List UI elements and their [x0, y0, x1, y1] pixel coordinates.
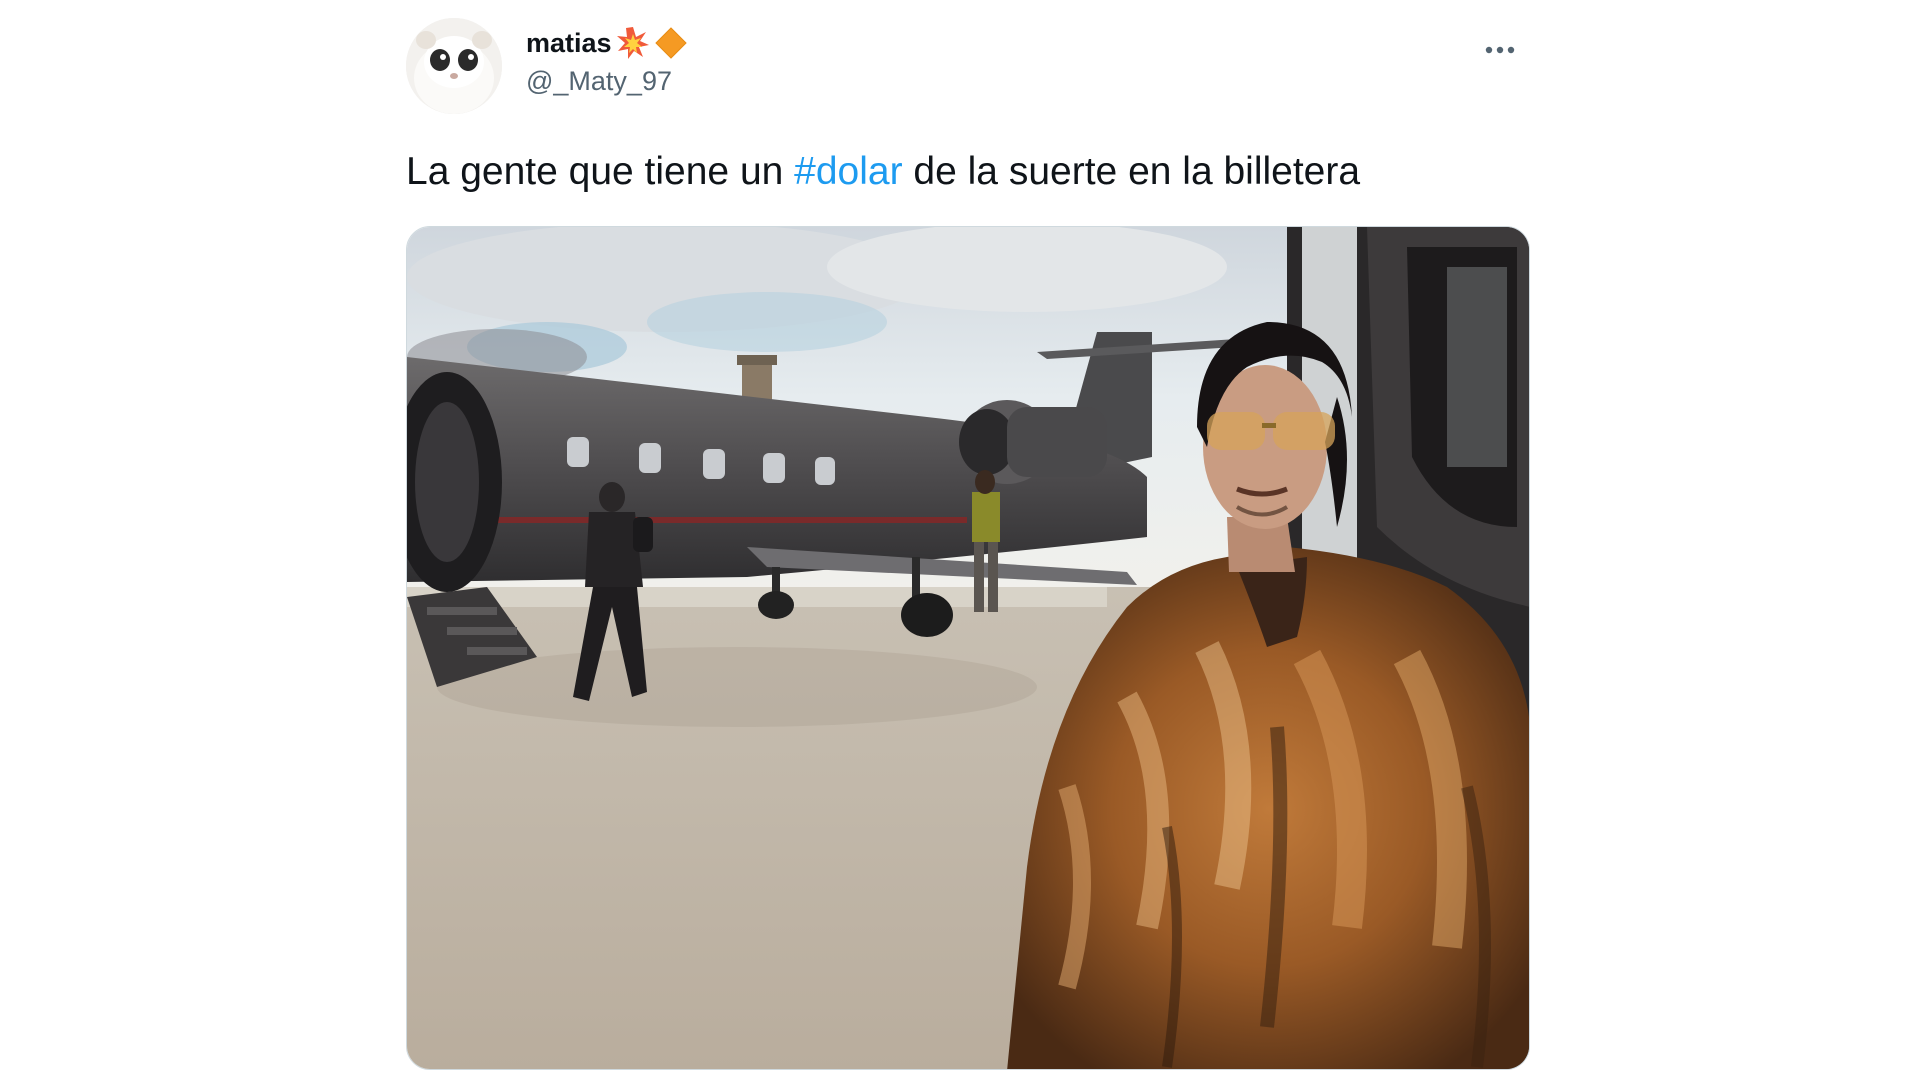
author-display-name[interactable]: matias — [526, 28, 612, 59]
more-horizontal-icon — [1485, 46, 1515, 54]
author-name-row[interactable]: matias — [526, 26, 688, 60]
tweet-text: La gente que tiene un #dolar de la suert… — [406, 150, 1360, 194]
orange-diamond-emoji-icon — [654, 27, 687, 59]
avatar[interactable] — [406, 18, 502, 114]
hashtag-link[interactable]: #dolar — [794, 150, 902, 193]
tweet-text-before: La gente que tiene un — [406, 150, 795, 193]
collision-emoji-icon — [616, 27, 649, 59]
author-handle[interactable]: @_Maty_97 — [526, 66, 672, 97]
tweet-media-photo[interactable] — [406, 226, 1530, 1070]
tweet-photo — [407, 227, 1529, 1069]
tweet-text-after: de la suerte en la billetera — [902, 150, 1361, 193]
more-options-button[interactable] — [1478, 28, 1522, 72]
tweet[interactable]: matias @_Maty_97 La gente que tiene un #… — [406, 18, 1530, 1073]
avatar-image — [406, 18, 502, 114]
